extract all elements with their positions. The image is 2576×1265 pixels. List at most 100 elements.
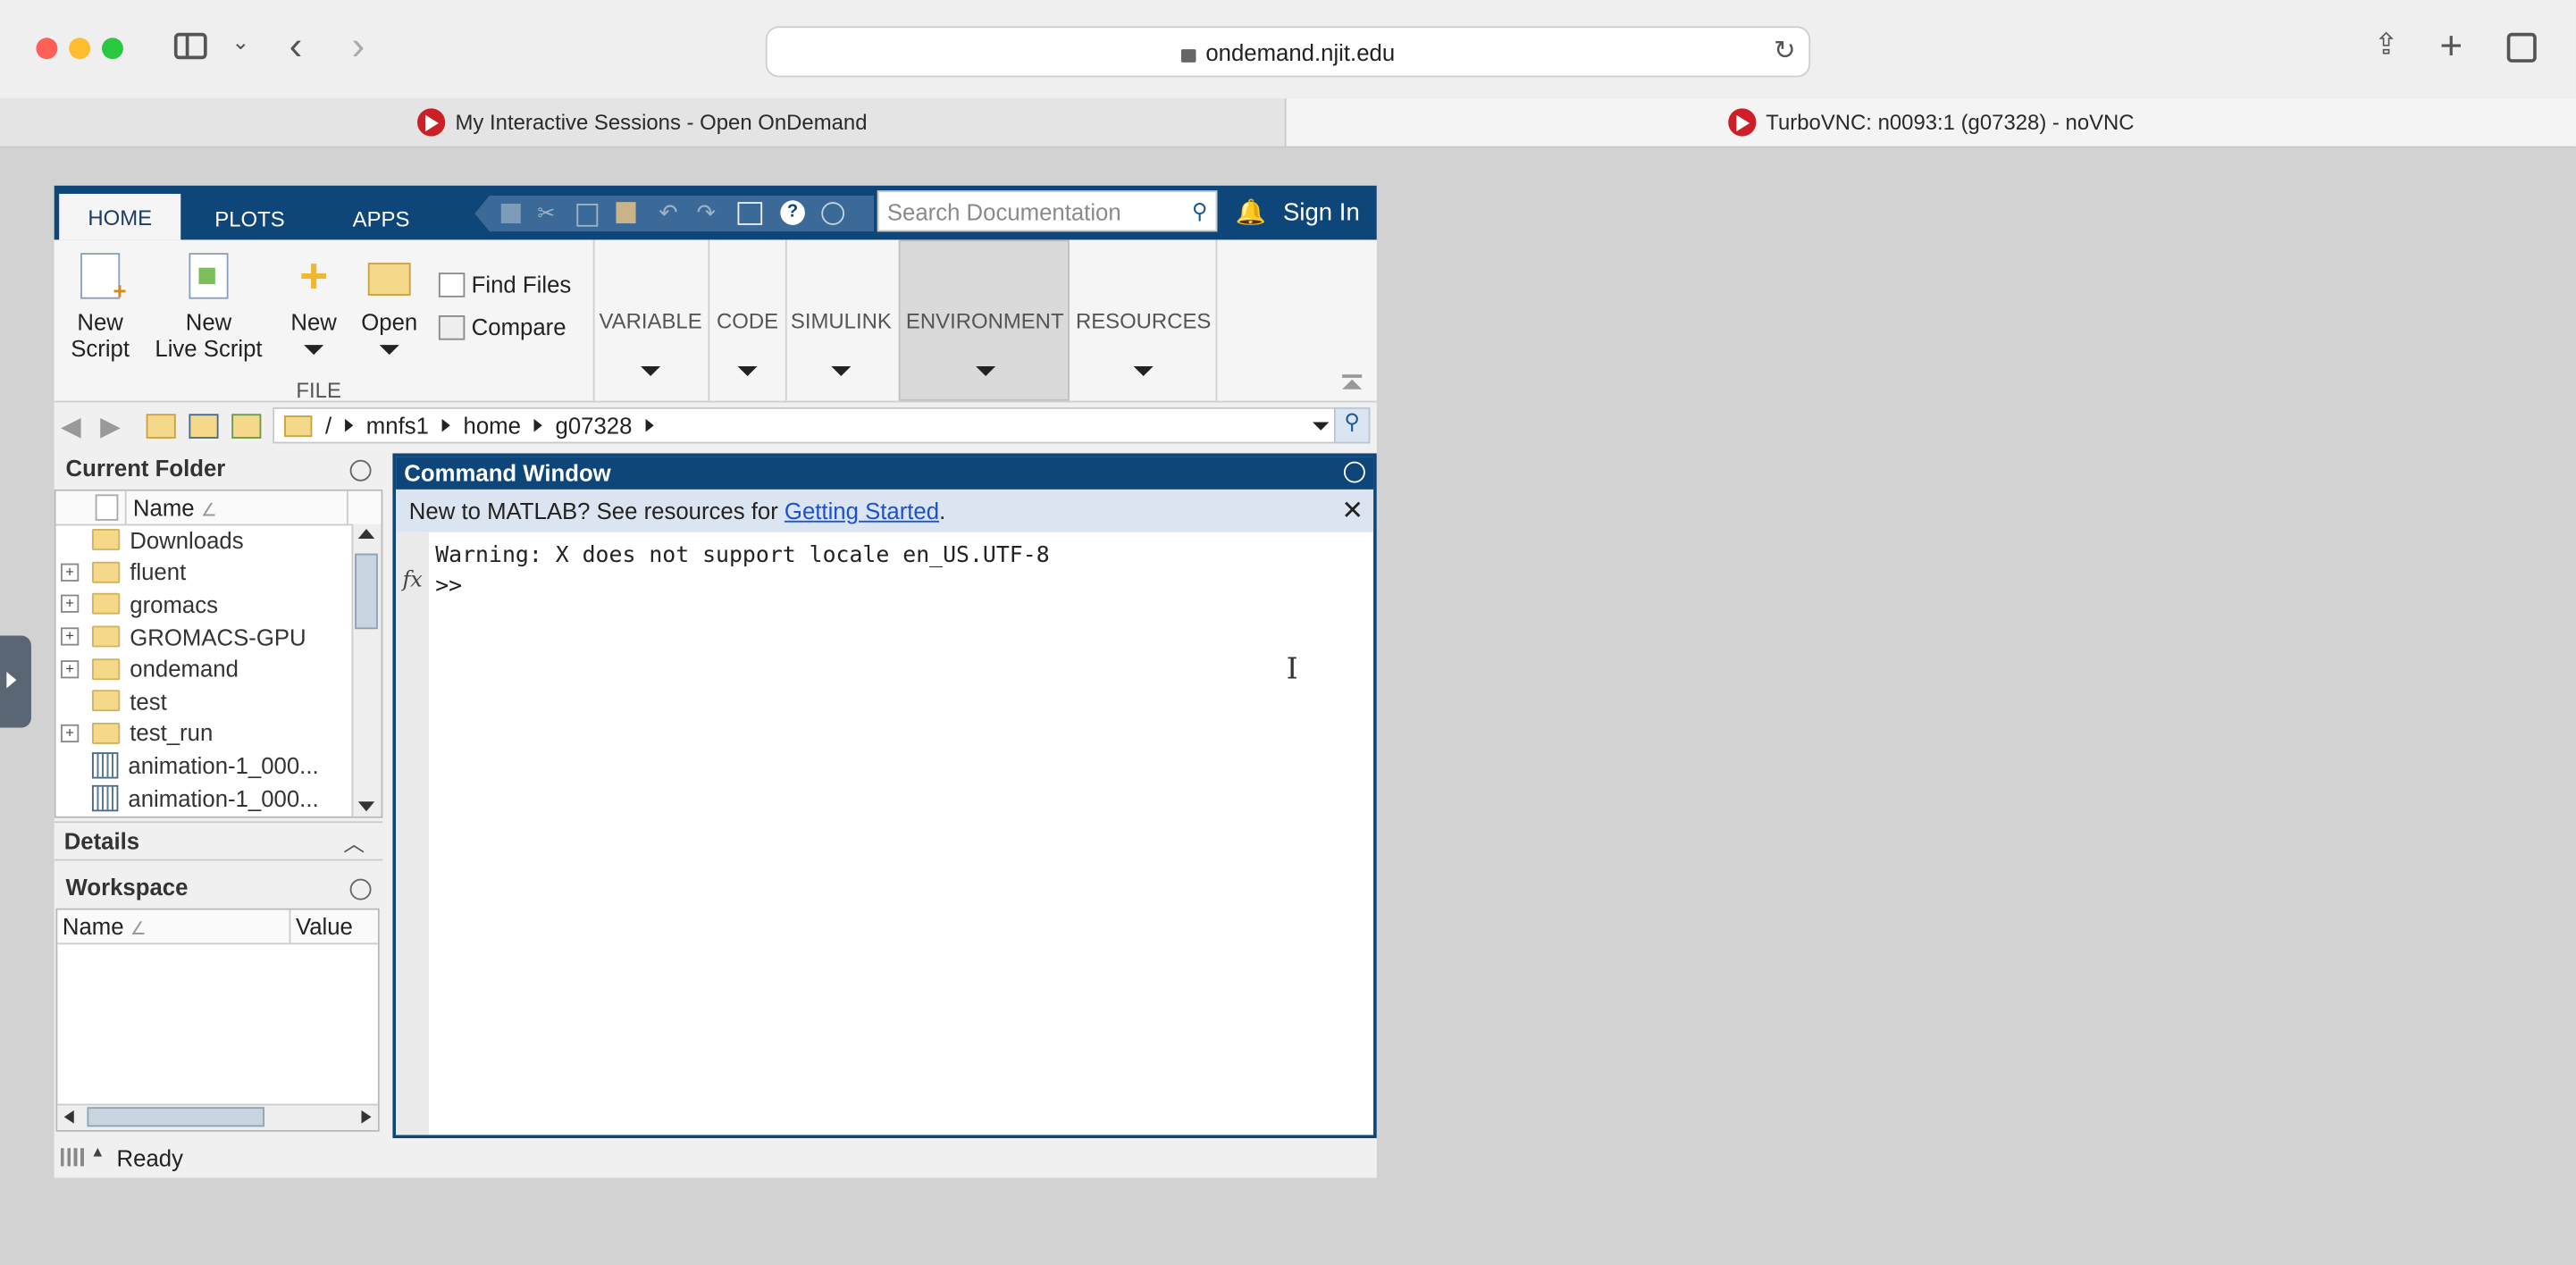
value-column-header[interactable]: Value: [296, 913, 353, 939]
details-panel-header[interactable]: Details ︿: [54, 821, 383, 861]
new-script-button[interactable]: + New Script: [61, 253, 139, 361]
paste-icon[interactable]: [616, 202, 636, 224]
scroll-left-icon[interactable]: [63, 1110, 74, 1124]
forward-icon[interactable]: ›: [351, 25, 365, 71]
up-folder-icon[interactable]: [146, 414, 176, 439]
save-icon[interactable]: [500, 203, 521, 224]
list-item[interactable]: test: [56, 685, 348, 717]
list-item[interactable]: + test_run: [56, 717, 348, 750]
chevron-down-icon[interactable]: ⌄: [231, 29, 249, 55]
simulink-group[interactable]: SIMULINK: [789, 309, 894, 377]
redo-icon[interactable]: ↷: [697, 198, 717, 226]
back-icon[interactable]: ◀: [61, 411, 81, 444]
item-name: GROMACS-GPU: [130, 623, 306, 650]
search-documentation-input[interactable]: Search Documentation ⚲: [877, 190, 1218, 232]
chevron-up-icon[interactable]: ︿: [343, 826, 365, 858]
scroll-up-icon[interactable]: [357, 529, 375, 540]
panel-menu-icon[interactable]: [349, 459, 372, 482]
command-prompt[interactable]: >>: [435, 574, 462, 599]
search-icon[interactable]: ⚲: [1333, 406, 1371, 444]
minimize-window-button[interactable]: [69, 38, 91, 60]
close-window-button[interactable]: [36, 38, 58, 60]
expand-icon[interactable]: +: [61, 595, 80, 614]
browse-folder-icon[interactable]: [189, 414, 219, 439]
reload-icon[interactable]: ↻: [1774, 35, 1796, 68]
new-button[interactable]: + New: [281, 252, 347, 356]
list-item[interactable]: animation-1_000...: [56, 750, 348, 782]
chevron-down-icon: [831, 366, 852, 377]
tab-plots[interactable]: PLOTS: [192, 197, 307, 240]
function-browser-icon[interactable]: fx: [402, 568, 422, 593]
name-column-header[interactable]: Name ∠: [63, 913, 147, 939]
bell-icon[interactable]: 🔔: [1236, 197, 1266, 226]
getting-started-link[interactable]: Getting Started: [785, 498, 939, 524]
search-folder-icon[interactable]: [231, 414, 262, 439]
collapse-ribbon-icon[interactable]: [1342, 374, 1363, 390]
expand-icon[interactable]: +: [61, 563, 80, 582]
panel-menu-icon[interactable]: [349, 878, 372, 901]
new-tab-icon[interactable]: +: [2439, 25, 2463, 71]
share-icon[interactable]: ⇪: [2374, 28, 2399, 63]
horizontal-scrollbar[interactable]: [57, 1103, 378, 1130]
tab-overview-icon[interactable]: [2506, 32, 2537, 63]
scroll-down-icon[interactable]: [357, 801, 375, 812]
scroll-right-icon[interactable]: [361, 1110, 372, 1124]
sign-in-link[interactable]: Sign In: [1283, 198, 1360, 226]
list-item[interactable]: Downloads: [56, 524, 348, 557]
forward-icon[interactable]: ▶: [100, 411, 121, 444]
path-dropdown-icon[interactable]: [1313, 422, 1330, 431]
cut-icon[interactable]: ✂: [537, 200, 555, 226]
list-item[interactable]: + ondemand: [56, 653, 348, 685]
ondemand-logo-icon: [1727, 108, 1757, 137]
path-segment[interactable]: g07328: [556, 412, 633, 438]
path-segment[interactable]: home: [464, 412, 521, 438]
list-item[interactable]: + fluent: [56, 557, 348, 589]
zoom-window-button[interactable]: [101, 38, 123, 60]
list-item[interactable]: + gromacs: [56, 589, 348, 621]
expand-icon[interactable]: +: [61, 724, 80, 742]
environment-group[interactable]: ENVIRONMENT: [901, 309, 1070, 377]
help-icon[interactable]: ?: [780, 200, 805, 225]
close-icon[interactable]: ✕: [1341, 494, 1364, 527]
command-window[interactable]: Command Window New to MATLAB? See resour…: [392, 453, 1377, 1139]
gutter: fx: [396, 532, 429, 1135]
expand-icon[interactable]: +: [61, 659, 80, 678]
path-input[interactable]: / mnfs1 home g07328: [273, 406, 1341, 444]
tab-apps[interactable]: APPS: [323, 197, 439, 240]
expand-icon[interactable]: +: [61, 627, 80, 646]
variable-label: VARIABLE: [599, 308, 702, 334]
chevron-right-icon: [441, 418, 450, 432]
compare-button[interactable]: Compare: [438, 314, 566, 340]
vertical-scrollbar[interactable]: [351, 524, 382, 817]
variable-group[interactable]: VARIABLE: [596, 308, 704, 377]
novnc-control-handle[interactable]: [0, 635, 31, 728]
customize-toolbar-icon[interactable]: [821, 202, 845, 225]
code-group[interactable]: CODE: [711, 309, 784, 377]
panel-menu-icon[interactable]: [1343, 461, 1365, 483]
new-live-script-button[interactable]: New Live Script: [147, 253, 272, 361]
tab-novnc[interactable]: TurboVNC: n0093:1 (g07328) - noVNC: [1286, 98, 2576, 147]
resources-group[interactable]: RESOURCES: [1073, 309, 1214, 377]
undo-icon[interactable]: ↶: [659, 198, 678, 226]
open-button[interactable]: Open: [353, 253, 425, 356]
find-files-button[interactable]: Find Files: [438, 271, 571, 297]
list-item[interactable]: + GROMACS-GPU: [56, 621, 348, 653]
path-segment[interactable]: /: [325, 412, 331, 438]
new-script-icon: +: [80, 253, 127, 304]
switch-windows-icon[interactable]: [737, 202, 763, 225]
copy-icon[interactable]: [576, 203, 599, 227]
tab-home[interactable]: HOME: [59, 193, 181, 240]
path-segment[interactable]: mnfs1: [366, 412, 429, 438]
list-item[interactable]: animation-1_000...: [56, 782, 348, 814]
url-bar[interactable]: ondemand.njit.edu ↻: [765, 26, 1811, 78]
name-column-header[interactable]: Name ∠: [133, 494, 217, 520]
chevron-up-icon[interactable]: ▲: [90, 1144, 105, 1160]
tab-interactive-sessions[interactable]: My Interactive Sessions - Open OnDemand: [0, 98, 1287, 147]
back-icon[interactable]: ‹: [289, 25, 303, 71]
search-icon[interactable]: ⚲: [1192, 198, 1208, 224]
scrollbar-thumb[interactable]: [87, 1107, 265, 1127]
sidebar-toggle-icon[interactable]: [173, 32, 207, 60]
scrollbar-thumb[interactable]: [355, 553, 378, 630]
ribbon-home: + New Script New Live Script + New Open …: [54, 239, 1377, 403]
status-text: Ready: [116, 1144, 183, 1171]
